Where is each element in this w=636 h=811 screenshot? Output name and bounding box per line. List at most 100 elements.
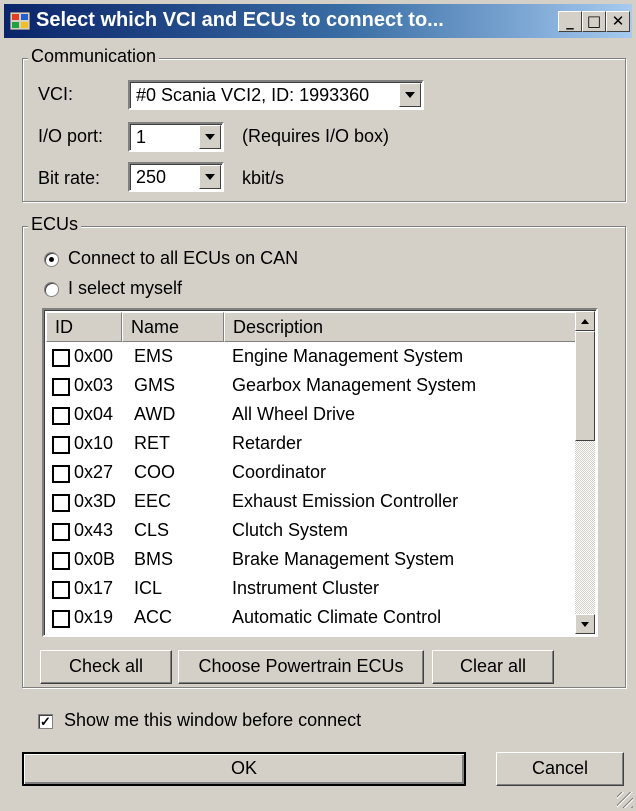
row-checkbox[interactable]: [52, 581, 70, 599]
row-id: 0x3D: [74, 491, 117, 511]
io-port-label: I/O port:: [38, 126, 104, 146]
vci-label: VCI:: [38, 84, 74, 104]
row-name: ACC: [134, 607, 173, 627]
show-window-checkbox[interactable]: ✓: [38, 714, 53, 729]
row-description: Instrument Cluster: [232, 578, 380, 598]
show-window-label[interactable]: Show me this window before connect: [64, 710, 361, 731]
column-header-name[interactable]: Name: [122, 312, 224, 342]
vci-select[interactable]: #0 Scania VCI2, ID: 1993360: [128, 80, 424, 110]
maximize-button[interactable]: □: [582, 11, 606, 32]
row-name: GMS: [134, 375, 176, 395]
row-id: 0x43: [74, 520, 114, 540]
maximize-icon: □: [586, 12, 602, 30]
ecu-list[interactable]: ID Name Description 0x00 EMS Engine Manage…: [42, 308, 598, 637]
chevron-down-icon[interactable]: [199, 165, 221, 189]
scroll-up-icon: [581, 319, 589, 324]
row-name: CLS: [134, 520, 170, 540]
check-all-button[interactable]: Check all: [40, 650, 172, 684]
row-description: Brake Management System: [232, 549, 455, 569]
row-description: Automatic Climate Control: [232, 607, 442, 627]
table-row[interactable]: 0x10 RET Retarder: [44, 431, 579, 460]
row-checkbox[interactable]: [52, 349, 70, 367]
row-id: 0x00: [74, 346, 114, 366]
minimize-button[interactable]: _: [558, 11, 582, 32]
scroll-up-button[interactable]: [575, 311, 595, 331]
io-port-select[interactable]: 1: [128, 122, 224, 152]
bit-rate-unit: kbit/s: [242, 168, 285, 188]
scroll-thumb[interactable]: [575, 331, 595, 441]
row-name: AWD: [134, 404, 176, 424]
bit-rate-label: Bit rate:: [38, 168, 101, 188]
radio-connect-all[interactable]: [44, 252, 59, 267]
table-row[interactable]: 0x43 CLS Clutch System: [44, 518, 579, 547]
column-header-description-label: Description: [233, 317, 324, 337]
row-description: Gearbox Management System: [232, 375, 477, 395]
row-checkbox[interactable]: [52, 610, 70, 628]
column-header-id-label: ID: [55, 317, 73, 337]
column-header-name-label: Name: [131, 317, 180, 337]
io-port-note: (Requires I/O box): [242, 126, 390, 146]
row-description: Coordinator: [232, 462, 327, 482]
chevron-down-icon[interactable]: [199, 125, 221, 149]
app-icon: [10, 12, 30, 30]
table-row[interactable]: 0x17 ICL Instrument Cluster: [44, 576, 579, 605]
minimize-icon: _: [566, 12, 574, 30]
resize-grip-icon[interactable]: [617, 792, 633, 808]
table-row[interactable]: 0x04 AWD All Wheel Drive: [44, 402, 579, 431]
table-row[interactable]: 0x00 EMS Engine Management System: [44, 344, 579, 373]
row-checkbox[interactable]: [52, 523, 70, 541]
choose-powertrain-button[interactable]: Choose Powertrain ECUs: [178, 650, 424, 684]
io-port-value: 1: [136, 127, 147, 147]
row-name: RET: [134, 433, 170, 453]
row-checkbox[interactable]: [52, 494, 70, 512]
row-name: BMS: [134, 549, 174, 569]
row-checkbox[interactable]: [52, 552, 70, 570]
close-button[interactable]: ✕: [606, 11, 630, 32]
checkmark-icon: ✓: [40, 714, 51, 729]
row-description: Retarder: [232, 433, 303, 453]
row-id: 0x27: [74, 462, 114, 482]
row-id: 0x04: [74, 404, 114, 424]
row-id: 0x10: [74, 433, 114, 453]
row-id: 0x0B: [74, 549, 116, 569]
communication-group-label: Communication: [28, 46, 160, 67]
column-header-description[interactable]: Description: [224, 312, 576, 342]
radio-select-myself[interactable]: [44, 282, 59, 297]
row-description: All Wheel Drive: [232, 404, 356, 424]
row-id: 0x03: [74, 375, 114, 395]
row-description: Exhaust Emission Controller: [232, 491, 459, 511]
title-bar[interactable]: Select which VCI and ECUs to connect to.…: [4, 4, 632, 38]
scroll-down-button[interactable]: [575, 614, 595, 634]
row-id: 0x19: [74, 607, 114, 627]
ok-button[interactable]: OK: [22, 752, 466, 786]
row-name: ICL: [134, 578, 163, 598]
row-checkbox[interactable]: [52, 465, 70, 483]
vci-value: #0 Scania VCI2, ID: 1993360: [136, 85, 370, 105]
row-checkbox[interactable]: [52, 407, 70, 425]
bit-rate-select[interactable]: 250: [128, 162, 224, 192]
cancel-button[interactable]: Cancel: [496, 752, 624, 786]
table-row[interactable]: 0x19 ACC Automatic Climate Control: [44, 605, 579, 634]
table-row[interactable]: 0x27 COO Coordinator: [44, 460, 579, 489]
row-name: COO: [134, 462, 176, 482]
radio-connect-all-label[interactable]: Connect to all ECUs on CAN: [68, 248, 298, 269]
chevron-down-icon[interactable]: [399, 83, 421, 107]
table-row[interactable]: 0x3D EEC Exhaust Emission Controller: [44, 489, 579, 518]
dialog-window: Select which VCI and ECUs to connect to.…: [0, 0, 636, 811]
column-header-id[interactable]: ID: [46, 312, 122, 342]
table-row[interactable]: 0x0B BMS Brake Management System: [44, 547, 579, 576]
ecus-group-label: ECUs: [28, 214, 82, 235]
table-row[interactable]: 0x03 GMS Gearbox Management System: [44, 373, 579, 402]
row-name: EEC: [134, 491, 172, 511]
row-description: Clutch System: [232, 520, 349, 540]
row-checkbox[interactable]: [52, 436, 70, 454]
radio-select-myself-label[interactable]: I select myself: [68, 278, 182, 299]
row-checkbox[interactable]: [52, 378, 70, 396]
vertical-scrollbar[interactable]: [575, 311, 595, 634]
row-description: Engine Management System: [232, 346, 464, 366]
close-icon: ✕: [611, 12, 625, 30]
row-id: 0x17: [74, 578, 114, 598]
scroll-down-icon: [581, 622, 589, 627]
clear-all-button[interactable]: Clear all: [432, 650, 554, 684]
row-name: EMS: [134, 346, 174, 366]
